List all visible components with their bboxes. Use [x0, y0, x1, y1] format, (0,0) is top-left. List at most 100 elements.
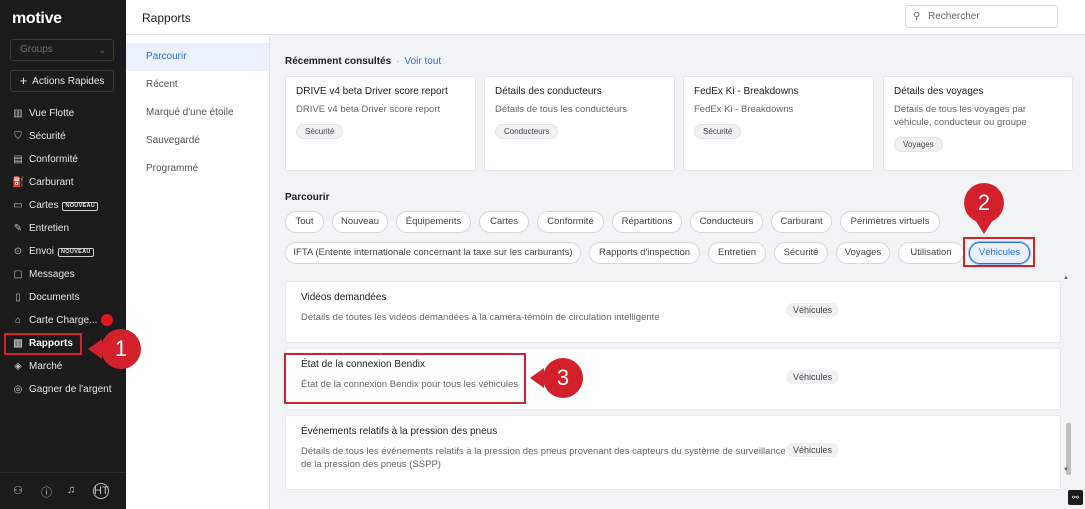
- book-icon: ▥: [13, 108, 23, 119]
- widget-icon[interactable]: ⚯: [1068, 490, 1083, 505]
- chip-utilisation[interactable]: Utilisation: [898, 242, 964, 264]
- chip-perimetres[interactable]: Périmètres virtuels: [840, 211, 940, 233]
- report-desc: Détails de toutes les vidéos demandées à…: [301, 312, 660, 323]
- sidebar-item-documents[interactable]: ▯ Documents: [0, 286, 126, 309]
- submenu-starred[interactable]: Marqué d'une étoile: [126, 99, 269, 127]
- file-icon: ▯: [15, 292, 21, 303]
- scroll-up-icon[interactable]: ▲: [1063, 275, 1069, 281]
- annotation-2: 2: [964, 183, 1004, 223]
- sidebar-item-label: Vue Flotte: [29, 108, 75, 119]
- recent-header: Récemment consultés · Voir tout: [285, 56, 442, 67]
- card-icon: ▭: [13, 200, 23, 211]
- report-title: Vidéos demandées: [301, 292, 387, 303]
- sidebar-item-envoi[interactable]: ⊙ Envoi NOUVEAU: [0, 240, 126, 263]
- search-input[interactable]: ⚲ Rechercher: [905, 5, 1058, 28]
- sidebar-item-carte-charge[interactable]: ⌂ Carte Charge...: [0, 309, 126, 332]
- chip-tout[interactable]: Tout: [285, 211, 324, 233]
- sidebar-item-entretien[interactable]: ✎ Entretien: [0, 217, 126, 240]
- highlight-bendix: [284, 353, 526, 404]
- card-tag: Sécurité: [694, 124, 742, 139]
- groups-select[interactable]: Groups ⌄: [10, 39, 114, 61]
- avatar[interactable]: HT: [93, 483, 109, 499]
- card-tag: Voyages: [894, 137, 943, 152]
- reports-submenu: Parcourir Récent Marqué d'une étoile Sau…: [126, 35, 270, 509]
- browse-title: Parcourir: [285, 192, 330, 203]
- card-title: FedEx Ki - Breakdowns: [694, 86, 799, 97]
- chip-equipements[interactable]: Équipements: [396, 211, 471, 233]
- chip-voyages[interactable]: Voyages: [836, 242, 890, 264]
- search-placeholder: Rechercher: [928, 11, 980, 22]
- chip-ifta[interactable]: IFTA (Entente internationale concernant …: [285, 242, 581, 264]
- sidebar-item-label: Entretien: [29, 223, 70, 234]
- scroll-down-icon[interactable]: ▼: [1063, 467, 1069, 473]
- report-tag: Véhicules: [786, 370, 840, 384]
- new-badge: NOUVEAU: [58, 248, 94, 257]
- help-icon[interactable]: ⓘ: [41, 484, 52, 500]
- recent-card[interactable]: Détails des conducteurs Détails de tous …: [484, 76, 675, 171]
- recent-card[interactable]: Détails des voyages Détails de tous les …: [883, 76, 1073, 171]
- sidebar-divider: [0, 472, 126, 473]
- sidebar-item-label: Cartes: [29, 200, 59, 211]
- annotation-pointer-2: [974, 218, 994, 234]
- charge-map-icon: ⌂: [14, 315, 22, 326]
- annotation-3: 3: [543, 358, 583, 398]
- money-icon: ◎: [13, 384, 23, 395]
- chip-cartes[interactable]: Cartes: [479, 211, 529, 233]
- card-tag: Sécurité: [296, 124, 344, 139]
- sidebar-item-securite[interactable]: ⛉ Sécurité: [0, 125, 126, 148]
- sidebar-item-label: Sécurité: [29, 131, 66, 142]
- wrench-icon: ✎: [13, 223, 23, 234]
- chip-securite[interactable]: Sécurité: [774, 242, 828, 264]
- chip-nouveau[interactable]: Nouveau: [332, 211, 388, 233]
- sidebar-item-label: Marché: [29, 361, 63, 372]
- quick-actions-button[interactable]: + Actions Rapides: [10, 70, 114, 92]
- groups-placeholder: Groups: [20, 44, 53, 55]
- chip-inspection[interactable]: Rapports d'inspection: [589, 242, 700, 264]
- main-content: Récemment consultés · Voir tout DRIVE v4 b…: [270, 35, 1085, 509]
- report-desc: Détails de tous les événements relatifs …: [301, 446, 786, 470]
- card-title: Détails des conducteurs: [495, 86, 602, 97]
- sidebar-item-cartes[interactable]: ▭ Cartes NOUVEAU: [0, 194, 126, 217]
- chip-conducteurs[interactable]: Conducteurs: [690, 211, 763, 233]
- submenu-recent[interactable]: Récent: [126, 71, 269, 99]
- annotation-1: 1: [101, 329, 141, 369]
- card-desc: DRIVE v4 beta Driver score report: [296, 104, 441, 115]
- document-icon: ▤: [13, 154, 23, 165]
- view-all-link[interactable]: Voir tout: [405, 56, 442, 67]
- sidebar-item-carburant[interactable]: ⛽ Carburant: [0, 171, 126, 194]
- sidebar-item-gagner[interactable]: ◎ Gagner de l'argent: [0, 378, 126, 401]
- chip-entretien[interactable]: Entretien: [708, 242, 766, 264]
- marketplace-icon: ◈: [14, 361, 22, 372]
- sidebar-item-messages[interactable]: ▢ Messages: [0, 263, 126, 286]
- recent-card[interactable]: DRIVE v4 beta Driver score report DRIVE …: [285, 76, 476, 171]
- motive-logo[interactable]: motive: [12, 10, 62, 28]
- submenu-parcourir[interactable]: Parcourir: [126, 43, 269, 71]
- sidebar-item-vue-flotte[interactable]: ▥ Vue Flotte: [0, 102, 126, 125]
- highlight-vehicules: [963, 237, 1035, 267]
- chip-repartitions[interactable]: Répartitions: [612, 211, 682, 233]
- report-tag: Véhicules: [786, 443, 840, 457]
- sidebar-item-conformite[interactable]: ▤ Conformité: [0, 148, 126, 171]
- notification-dot: [101, 314, 113, 326]
- card-desc: Détails de tous les conducteurs: [495, 104, 628, 115]
- report-tag: Véhicules: [786, 303, 840, 317]
- top-header: Rapports ⚲ Rechercher: [126, 0, 1085, 35]
- chip-conformite[interactable]: Conformité: [537, 211, 604, 233]
- message-icon: ▢: [13, 269, 23, 280]
- submenu-saved[interactable]: Sauvegardé: [126, 127, 269, 155]
- report-row[interactable]: Événements relatifs à la pression des pn…: [285, 415, 1061, 490]
- sidebar-item-label: Gagner de l'argent: [29, 384, 112, 395]
- bell-icon[interactable]: ♫: [67, 484, 75, 496]
- plus-icon: +: [19, 73, 28, 88]
- sidebar-item-label: Documents: [29, 292, 80, 303]
- user-settings-icon[interactable]: ⚇: [13, 484, 23, 497]
- search-icon: ⚲: [913, 11, 921, 22]
- chip-carburant[interactable]: Carburant: [771, 211, 832, 233]
- report-title: Événements relatifs à la pression des pn…: [301, 426, 498, 437]
- recent-card[interactable]: FedEx Ki - Breakdowns FedEx Ki - Breakdo…: [683, 76, 874, 171]
- chevron-down-icon: ⌄: [98, 45, 106, 55]
- list-scrollbar[interactable]: [1066, 275, 1071, 485]
- report-row[interactable]: Vidéos demandées Détails de toutes les v…: [285, 281, 1061, 343]
- annotation-pointer-3: [530, 368, 544, 388]
- submenu-scheduled[interactable]: Programmé: [126, 155, 269, 183]
